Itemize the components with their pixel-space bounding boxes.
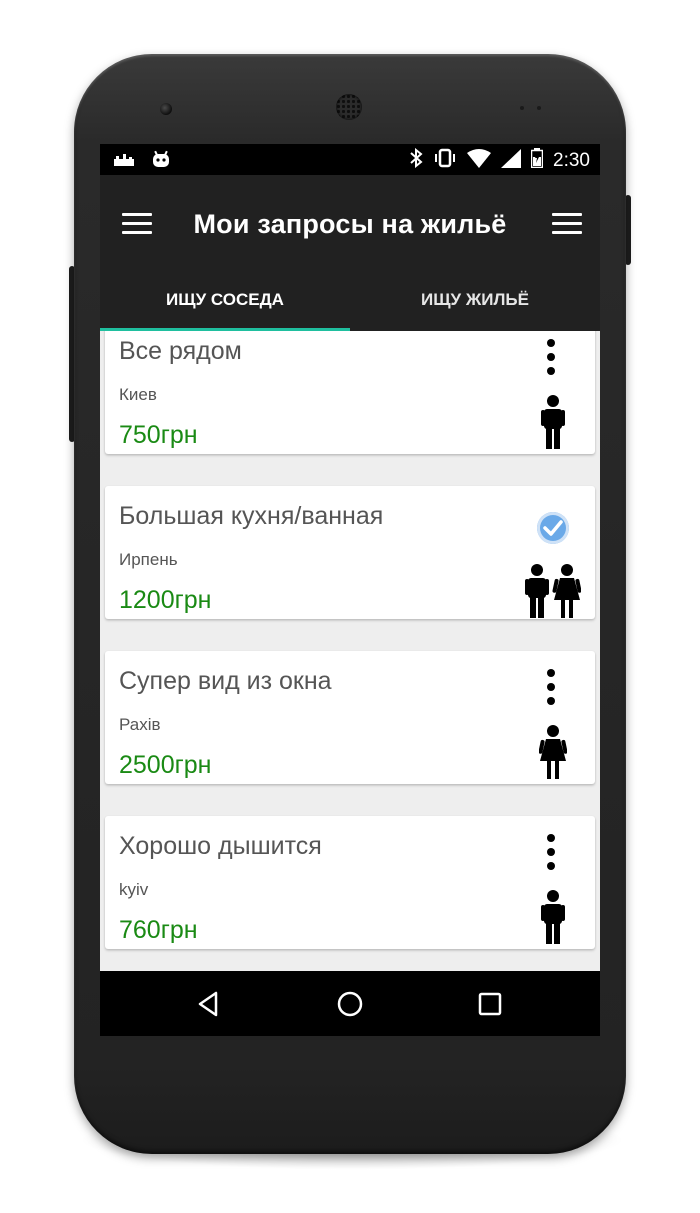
battery-icon xyxy=(530,148,544,173)
list-item[interactable]: Хорошо дышится kyiv 760грн xyxy=(105,816,595,949)
more-vert-icon[interactable] xyxy=(546,669,556,709)
listing-title: Хорошо дышится xyxy=(119,832,322,860)
navigation-bar xyxy=(100,971,600,1036)
check-circle-icon[interactable] xyxy=(537,512,569,544)
bluetooth-icon xyxy=(409,147,423,173)
front-camera xyxy=(160,103,172,115)
earpiece-speaker xyxy=(336,94,362,120)
recent-apps-icon[interactable] xyxy=(473,987,507,1021)
listing-title: Все рядом xyxy=(119,337,242,365)
tab-looking-for-roommate[interactable]: ИЩУ СОСЕДА xyxy=(100,275,350,331)
listing-title: Супер вид из окна xyxy=(119,667,332,695)
listing-city: kyiv xyxy=(119,880,149,899)
listing-city: Рахів xyxy=(119,715,161,734)
male-icon xyxy=(541,890,565,944)
wifi-icon xyxy=(467,148,492,173)
list-item[interactable]: Все рядом Киев 750грн xyxy=(105,331,595,454)
list-item[interactable]: Большая кухня/ванная Ирпень 1200грн xyxy=(105,486,595,619)
list-item[interactable]: Супер вид из окна Рахів 2500грн xyxy=(105,651,595,784)
listing-price: 760грн xyxy=(119,916,198,944)
male-icon xyxy=(541,395,565,449)
phone-screen: 2:30 Мои запросы на жильё ИЩУ СОСЕДА ИЩУ… xyxy=(100,144,600,1036)
request-list: Все рядом Киев 750грн Большая кухня/ванн… xyxy=(100,331,600,971)
signal-icon xyxy=(501,148,522,173)
listing-city: Ирпень xyxy=(119,550,178,569)
more-vert-icon[interactable] xyxy=(546,834,556,874)
proximity-sensor xyxy=(520,106,524,110)
more-vert-icon[interactable] xyxy=(546,339,556,379)
light-sensor xyxy=(537,106,541,110)
notification-icon xyxy=(114,153,134,171)
male-female-icon xyxy=(525,564,581,618)
status-time: 2:30 xyxy=(553,149,590,171)
menu-icon[interactable] xyxy=(552,213,582,235)
back-icon[interactable] xyxy=(192,987,226,1021)
listing-price: 2500грн xyxy=(119,751,212,779)
listing-price: 1200грн xyxy=(119,586,212,614)
listing-price: 750грн xyxy=(119,421,198,449)
listing-title: Большая кухня/ванная xyxy=(119,502,384,530)
android-icon xyxy=(152,150,170,173)
listing-city: Киев xyxy=(119,385,157,404)
status-bar: 2:30 xyxy=(100,144,600,175)
tab-looking-for-housing[interactable]: ИЩУ ЖИЛЬЁ xyxy=(350,275,600,331)
app-bar: Мои запросы на жильё ИЩУ СОСЕДА ИЩУ ЖИЛЬ… xyxy=(100,175,600,331)
female-icon xyxy=(539,725,567,779)
vibrate-icon xyxy=(433,148,457,173)
home-icon[interactable] xyxy=(333,987,367,1021)
page-title: Мои запросы на жильё xyxy=(193,209,507,239)
